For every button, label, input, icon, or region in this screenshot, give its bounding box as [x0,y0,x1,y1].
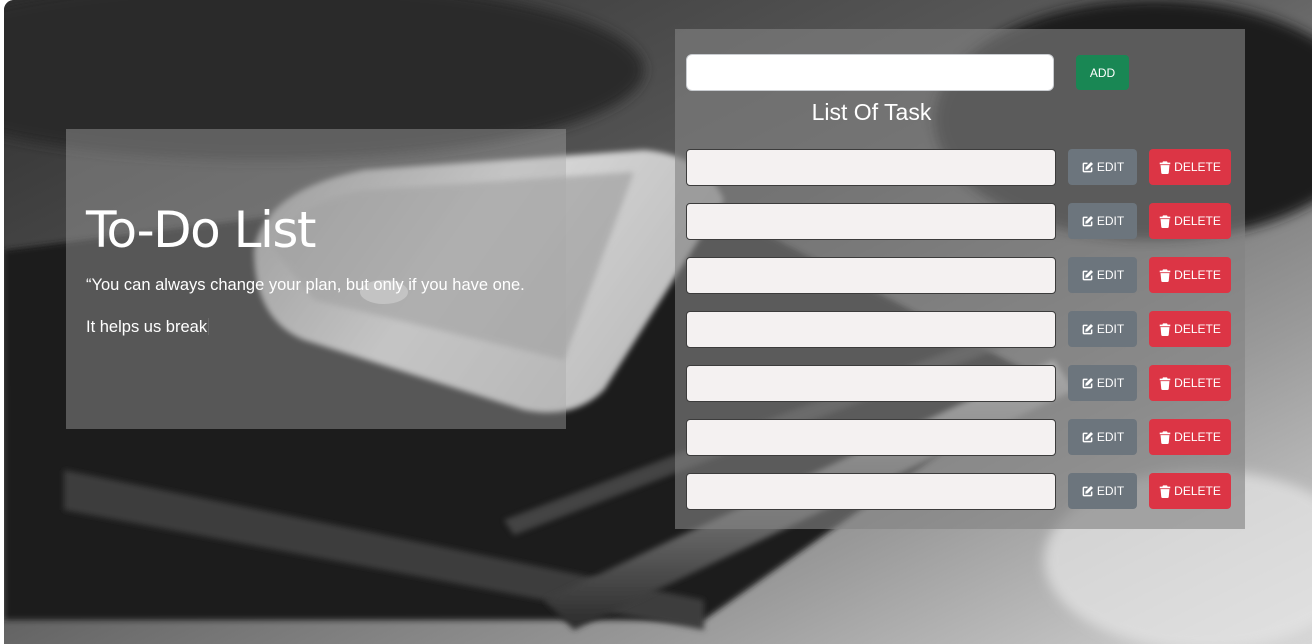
delete-button-label: DELETE [1174,160,1221,174]
edit-button[interactable]: EDIT [1068,419,1137,455]
edit-button-label: EDIT [1096,430,1125,444]
edit-button[interactable]: EDIT [1068,311,1137,347]
delete-button-label: DELETE [1174,376,1221,390]
edit-button-label: EDIT [1096,484,1125,498]
edit-icon [1082,161,1093,172]
delete-button[interactable]: DELETE [1149,257,1231,293]
new-task-input[interactable] [686,54,1054,91]
task-list: EDIT DELETE EDIT DELETE EDIT DELETE EDIT… [686,149,1236,527]
trash-icon [1159,214,1171,228]
hero-text: It helps us break [86,318,210,337]
delete-button[interactable]: DELETE [1149,149,1231,185]
task-field[interactable] [686,311,1056,348]
task-field[interactable] [686,365,1056,402]
task-field[interactable] [686,419,1056,456]
edit-icon [1082,431,1093,442]
edit-icon [1082,269,1093,280]
trash-icon [1159,484,1171,498]
edit-button[interactable]: EDIT [1068,149,1137,185]
hero-card: To-Do List “You can always change your p… [66,129,566,429]
task-row-7: EDIT DELETE [686,473,1236,511]
task-field[interactable] [686,149,1056,186]
trash-icon [1159,430,1171,444]
trash-icon [1159,268,1171,282]
edit-button-label: EDIT [1096,268,1125,282]
edit-button-label: EDIT [1096,160,1125,174]
delete-button-label: DELETE [1174,430,1221,444]
edit-icon [1082,323,1093,334]
task-field[interactable] [686,257,1056,294]
task-panel: ADD List Of Task EDIT DELETE EDIT DELETE… [675,29,1245,529]
edit-button[interactable]: EDIT [1068,473,1137,509]
text-caret [208,318,210,335]
edit-button[interactable]: EDIT [1068,257,1137,293]
trash-icon [1159,376,1171,390]
task-field[interactable] [686,203,1056,240]
edit-button[interactable]: EDIT [1068,365,1137,401]
delete-button-label: DELETE [1174,322,1221,336]
task-field[interactable] [686,473,1056,510]
edit-icon [1082,377,1093,388]
hero-quote: “You can always change your plan, but on… [86,276,525,294]
edit-icon [1082,215,1093,226]
delete-button[interactable]: DELETE [1149,419,1231,455]
trash-icon [1159,322,1171,336]
task-row-2: EDIT DELETE [686,203,1236,241]
delete-button-label: DELETE [1174,214,1221,228]
edit-button-label: EDIT [1096,322,1125,336]
task-row-5: EDIT DELETE [686,365,1236,403]
delete-button-label: DELETE [1174,268,1221,282]
task-list-title: List Of Task [811,99,932,125]
delete-button[interactable]: DELETE [1149,203,1231,239]
edit-button-label: EDIT [1096,214,1125,228]
edit-button[interactable]: EDIT [1068,203,1137,239]
add-task-button[interactable]: ADD [1076,55,1129,90]
delete-button[interactable]: DELETE [1149,473,1231,509]
delete-button-label: DELETE [1174,484,1221,498]
task-row-3: EDIT DELETE [686,257,1236,295]
task-row-4: EDIT DELETE [686,311,1236,349]
edit-button-label: EDIT [1096,376,1125,390]
edit-icon [1082,485,1093,496]
page-title: To-Do List [86,201,317,259]
task-row-6: EDIT DELETE [686,419,1236,457]
trash-icon [1159,160,1171,174]
hero-text-content: It helps us break [86,318,208,336]
task-row-1: EDIT DELETE [686,149,1236,187]
app-background: To-Do List “You can always change your p… [4,0,1312,644]
delete-button[interactable]: DELETE [1149,311,1231,347]
delete-button[interactable]: DELETE [1149,365,1231,401]
